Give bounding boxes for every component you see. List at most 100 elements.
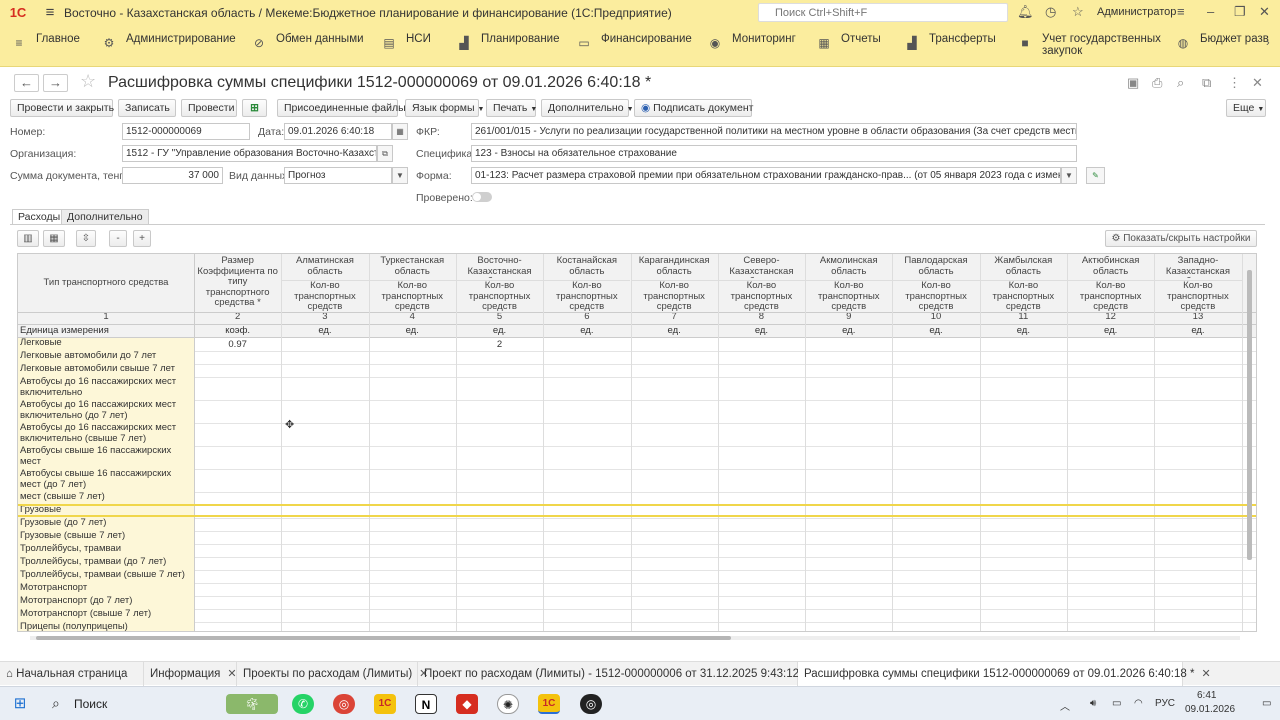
more-vertical-icon[interactable]: ⋮ bbox=[1228, 75, 1241, 91]
section-nsi[interactable]: ▤ НСИ bbox=[382, 25, 431, 67]
clock-time[interactable]: 6:41 bbox=[1197, 690, 1216, 701]
close-tab-icon[interactable]: ✕ bbox=[1201, 668, 1210, 680]
row-label[interactable]: Троллейбусы, трамваи (до 7 лет) bbox=[18, 557, 194, 570]
spreadsheet-grid[interactable]: Тип транспортного средства 1 Единица измер… bbox=[17, 253, 1257, 632]
section-planning[interactable]: ▟ Планирование bbox=[457, 25, 559, 67]
close-window-icon[interactable]: ✕ bbox=[1259, 4, 1270, 20]
chrome-dark-icon[interactable]: ◎ bbox=[580, 694, 602, 714]
back-button[interactable]: ← bbox=[14, 74, 39, 92]
tab-additional[interactable]: Дополнительно bbox=[61, 209, 149, 225]
tray-chevron-icon[interactable]: ︿ bbox=[1060, 698, 1070, 713]
bottom-tab-expense-projects[interactable]: Проекты по расходам (Лимиты) ✕ bbox=[237, 662, 428, 686]
more-right-button[interactable]: Еще ▼ bbox=[1226, 99, 1266, 117]
print-icon[interactable]: ⎙ bbox=[1152, 75, 1162, 91]
clock-date[interactable]: 09.01.2026 bbox=[1185, 704, 1235, 715]
section-administration[interactable]: ⚙ Администрирование bbox=[102, 25, 236, 67]
wifi-icon[interactable]: ◠ bbox=[1134, 698, 1143, 709]
tab-expenses[interactable]: Расходы bbox=[12, 209, 67, 225]
open-link-icon[interactable]: ⧉ bbox=[377, 145, 393, 162]
grid-cell-value[interactable]: 2 bbox=[456, 339, 543, 350]
layout-2-icon[interactable]: ▦ bbox=[43, 230, 65, 247]
palm-tree-icon[interactable]: 🌴︎ bbox=[226, 694, 278, 714]
history-icon[interactable]: ◷ bbox=[1045, 4, 1056, 20]
vertical-scrollbar[interactable] bbox=[1247, 270, 1252, 560]
attached-files-button[interactable]: Присоединенные файлы bbox=[277, 99, 406, 117]
row-label[interactable]: Троллейбусы, трамваи (свыше 7 лет) bbox=[18, 570, 194, 583]
calendar-icon[interactable]: ▦ bbox=[392, 123, 408, 140]
star-icon[interactable]: ☆ bbox=[1072, 4, 1084, 20]
favorite-star-icon[interactable]: ☆ bbox=[80, 71, 96, 92]
row-label[interactable]: Автобусы свыше 16 пассажирских мест (до … bbox=[18, 469, 194, 492]
volume-icon[interactable]: 🔊︎ bbox=[1090, 698, 1096, 709]
minus-button[interactable]: - bbox=[109, 230, 127, 247]
preview-icon[interactable]: ⌕ bbox=[1177, 75, 1184, 91]
bottom-tab-expense-project[interactable]: Проект по расходам (Лимиты) - 1512-00000… bbox=[418, 662, 823, 686]
battery-icon[interactable]: ▭ bbox=[1112, 698, 1121, 709]
bottom-tab-current-document[interactable]: Расшифровка суммы специфики 1512-0000000… bbox=[798, 662, 1211, 686]
chevron-down-icon[interactable]: ▼ bbox=[1061, 167, 1077, 184]
link-copy-icon[interactable]: ⧉ bbox=[1202, 75, 1211, 91]
minimize-icon[interactable]: – bbox=[1207, 4, 1214, 19]
close-form-icon[interactable]: ✕ bbox=[1252, 75, 1263, 91]
row-label[interactable]: Мототранспорт (свыше 7 лет) bbox=[18, 609, 194, 622]
expand-icon[interactable]: ⇳ bbox=[76, 230, 96, 247]
section-main[interactable]: ≡ Главное bbox=[12, 25, 79, 67]
whatsapp-icon[interactable]: ✆ bbox=[292, 694, 314, 714]
notification-icon[interactable]: ▭ bbox=[1262, 698, 1271, 709]
row-label[interactable]: Автобусы до 16 пассажирских мест включит… bbox=[18, 423, 194, 446]
row-label[interactable]: Легковые bbox=[18, 338, 194, 351]
print-button[interactable]: Печать ▼ bbox=[486, 99, 537, 117]
plus-button[interactable]: + bbox=[133, 230, 151, 247]
horizontal-scrollbar[interactable] bbox=[36, 636, 731, 640]
grid-cell-value[interactable]: 0.97 bbox=[194, 339, 281, 350]
layout-1-icon[interactable]: ▥ bbox=[17, 230, 39, 247]
row-label[interactable]: Грузовые (до 7 лет) bbox=[18, 518, 194, 531]
row-label[interactable]: Автобусы свыше 16 пассажирских мест bbox=[18, 446, 194, 469]
row-label[interactable]: Автобусы до 16 пассажирских мест включит… bbox=[18, 377, 194, 400]
row-label[interactable]: Мототранспорт bbox=[18, 583, 194, 596]
form-field[interactable]: 01-123: Расчет размера страховой премии … bbox=[471, 167, 1061, 184]
scroll-right-icon[interactable]: › bbox=[1266, 37, 1270, 49]
more-actions-button[interactable]: Дополнительно ▼ bbox=[541, 99, 634, 117]
search-icon[interactable]: ⌕ bbox=[52, 695, 60, 712]
anydesk-icon[interactable]: ◆ bbox=[456, 694, 478, 714]
edit-pencil-icon[interactable]: ✎ bbox=[1086, 167, 1105, 184]
language-indicator[interactable]: РУС bbox=[1155, 698, 1175, 709]
main-menu-icon[interactable]: ≡ bbox=[36, 4, 64, 21]
section-reports[interactable]: ▦ Отчеты bbox=[817, 25, 880, 67]
close-tab-icon[interactable]: ✕ bbox=[227, 668, 236, 680]
document-sum-field[interactable]: 37 000 bbox=[122, 167, 223, 184]
chatgpt-icon[interactable]: ✺ bbox=[497, 694, 519, 714]
1c-active-icon[interactable]: 1С bbox=[538, 694, 560, 714]
post-and-close-button[interactable]: Провести и закрыть bbox=[10, 99, 114, 117]
row-label[interactable]: Прицепы (полуприцепы) bbox=[18, 622, 194, 631]
checked-toggle[interactable] bbox=[472, 192, 492, 202]
notion-icon[interactable]: N bbox=[415, 694, 437, 714]
section-procurement[interactable]: ■ Учет государственных закупок bbox=[1018, 25, 1162, 67]
save-button[interactable]: Записать bbox=[118, 99, 176, 117]
sign-document-button[interactable]: ◉ Подписать документ bbox=[634, 99, 753, 117]
fkr-field[interactable]: 261/001/015 - Услуги по реализации госуд… bbox=[471, 123, 1077, 140]
date-field[interactable]: 09.01.2026 6:40:18 bbox=[284, 123, 392, 140]
number-field[interactable]: 1512-000000069 bbox=[122, 123, 250, 140]
form-language-button[interactable]: Язык формы ▼ bbox=[405, 99, 484, 117]
1c-icon[interactable]: 1С bbox=[374, 694, 396, 714]
row-label[interactable]: Грузовые (свыше 7 лет) bbox=[18, 531, 194, 544]
show-hide-settings-button[interactable]: ⚙ Показать/скрыть настройки bbox=[1105, 230, 1257, 247]
windows-start-icon[interactable]: ⊞ bbox=[9, 694, 31, 714]
section-data-exchange[interactable]: ⊘ Обмен данными bbox=[252, 25, 364, 67]
data-type-field[interactable]: Прогноз bbox=[284, 167, 392, 184]
row-label[interactable]: Мототранспорт (до 7 лет) bbox=[18, 596, 194, 609]
taskbar-search-label[interactable]: Поиск bbox=[74, 697, 107, 711]
row-label[interactable]: Легковые автомобили свыше 7 лет bbox=[18, 364, 194, 377]
row-label[interactable]: Автобусы до 16 пассажирских мест включит… bbox=[18, 400, 194, 423]
section-monitoring[interactable]: ◉ Мониторинг bbox=[708, 25, 796, 67]
user-name[interactable]: Администратор bbox=[1097, 6, 1176, 18]
restore-icon[interactable]: ❐ bbox=[1234, 4, 1246, 20]
organization-field[interactable]: 1512 - ГУ "Управление образования Восточ… bbox=[122, 145, 377, 162]
excel-icon[interactable]: ⊞ bbox=[242, 99, 267, 117]
row-label[interactable]: Троллейбусы, трамваи bbox=[18, 544, 194, 557]
section-transfers[interactable]: ▟ Трансферты bbox=[905, 25, 995, 67]
forward-button[interactable]: → bbox=[43, 74, 68, 92]
section-budget[interactable]: ◍ Бюджет разв bbox=[1176, 25, 1269, 67]
